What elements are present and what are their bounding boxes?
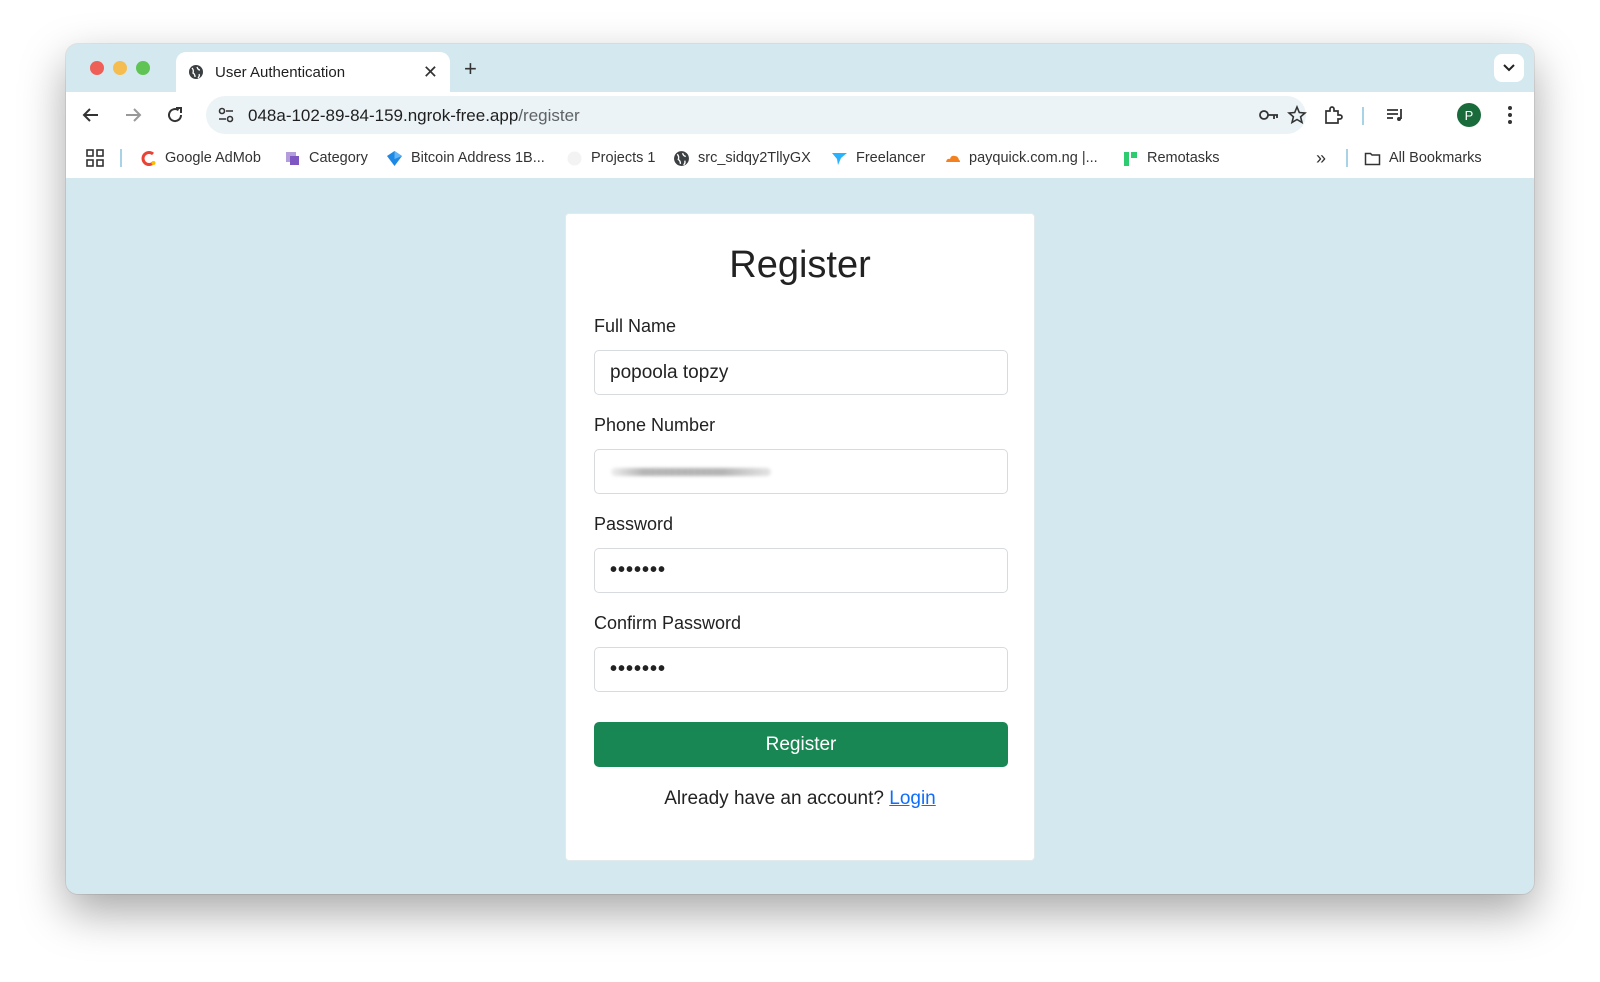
arrow-left-icon [82,108,98,122]
bookmark-label: Bitcoin Address 1B... [411,150,545,166]
url-host: 048a-102-89-84-159.ngrok-free.app [248,106,519,125]
register-card: Register Full Name popoola topzy Phone N… [565,213,1035,861]
arrow-right-icon [126,108,142,122]
redacted-phone-value [611,468,771,476]
category-icon [286,151,299,165]
bookmarks-bar: Google AdMob Category Bitcoin Address 1B… [66,138,1534,178]
cloudflare-icon [946,155,960,162]
close-window-button[interactable] [90,61,104,75]
password-input[interactable]: ••••••• [594,548,1008,593]
freelancer-icon [832,152,847,165]
toolbar: 048a-102-89-84-159.ngrok-free.app/regist… [66,92,1534,138]
chevron-down-icon [1503,64,1515,72]
new-tab-button[interactable]: + [464,56,477,82]
bookmarks-overflow-button[interactable]: » [1316,148,1326,168]
maximize-window-button[interactable] [136,61,150,75]
close-tab-icon[interactable]: ✕ [423,62,438,83]
full-name-label: Full Name [594,316,677,336]
site-settings-icon[interactable] [216,105,236,125]
bookmark-label: Google AdMob [165,150,261,166]
star-icon[interactable] [1286,105,1308,125]
media-controls-button[interactable] [1383,103,1407,127]
login-link[interactable]: Login [889,788,936,809]
globe-icon [674,150,689,166]
tab-search-button[interactable] [1494,54,1524,82]
bookmark-bitcoin-address[interactable]: Bitcoin Address 1B... [386,148,545,168]
admob-icon [141,150,156,166]
remotasks-icon [1124,151,1137,166]
tab-strip: User Authentication ✕ + [66,44,1534,92]
apps-grid-icon[interactable] [86,149,104,167]
page-content: Register Full Name popoola topzy Phone N… [66,178,1534,894]
phone-number-label: Phone Number [594,415,716,435]
bookmarks-divider [1346,149,1348,167]
bookmark-src[interactable]: src_sidqy2TllyGX [673,148,811,168]
tab-user-authentication[interactable]: User Authentication ✕ [176,52,450,92]
chevrons-right-icon: » [1316,147,1327,168]
bookmark-projects-1[interactable]: Projects 1 [566,148,655,168]
back-button[interactable] [79,103,103,127]
reload-button[interactable] [163,103,187,127]
bookmarks-divider [120,149,122,167]
bookmark-payquick[interactable]: payquick.com.ng |... [944,148,1098,168]
register-button[interactable]: Register [594,722,1008,767]
bookmark-label: Remotasks [1147,150,1220,166]
bitcoin-icon [387,150,402,166]
key-icon[interactable] [1258,105,1280,125]
confirm-password-label: Confirm Password [594,613,742,633]
reload-icon [168,107,183,123]
url-path: /register [518,106,580,125]
phone-number-input[interactable] [594,449,1008,494]
bookmark-label: Category [309,150,368,166]
bookmark-label: src_sidqy2TllyGX [698,150,811,166]
confirm-password-input[interactable]: ••••••• [594,647,1008,692]
browser-menu-button[interactable] [1498,103,1522,127]
globe-icon [189,65,203,79]
full-name-input[interactable]: popoola topzy [594,350,1008,395]
page-title: Register [729,244,871,286]
folder-icon [1364,152,1381,165]
puzzle-icon [1325,106,1343,124]
blank-page-icon [567,151,582,165]
bookmark-label: Projects 1 [591,150,656,166]
browser-window: User Authentication ✕ + 048a-102-89-84-1… [66,44,1534,894]
login-prompt-text: Already have an account? [664,788,884,809]
all-bookmarks-label: All Bookmarks [1389,150,1482,166]
bookmark-label: payquick.com.ng |... [969,150,1098,166]
toolbar-divider [1362,107,1364,125]
forward-button[interactable] [121,103,145,127]
url-text[interactable]: 048a-102-89-84-159.ngrok-free.app/regist… [248,106,580,126]
minimize-window-button[interactable] [113,61,127,75]
login-prompt: Already have an account? Login [566,788,1034,810]
bookmark-freelancer[interactable]: Freelancer [831,148,925,168]
address-bar[interactable]: 048a-102-89-84-159.ngrok-free.app/regist… [206,96,1308,134]
all-bookmarks-button[interactable]: All Bookmarks [1364,148,1482,168]
profile-avatar[interactable]: P [1457,103,1481,127]
tab-title: User Authentication [215,63,346,81]
extensions-button[interactable] [1321,103,1345,127]
bookmark-category[interactable]: Category [284,148,368,168]
bookmark-google-admob[interactable]: Google AdMob [140,148,261,168]
bookmark-label: Freelancer [856,150,926,166]
password-label: Password [594,514,674,534]
kebab-menu-icon [1508,106,1512,124]
bookmark-remotasks[interactable]: Remotasks [1122,148,1220,168]
playlist-icon [1387,109,1402,121]
